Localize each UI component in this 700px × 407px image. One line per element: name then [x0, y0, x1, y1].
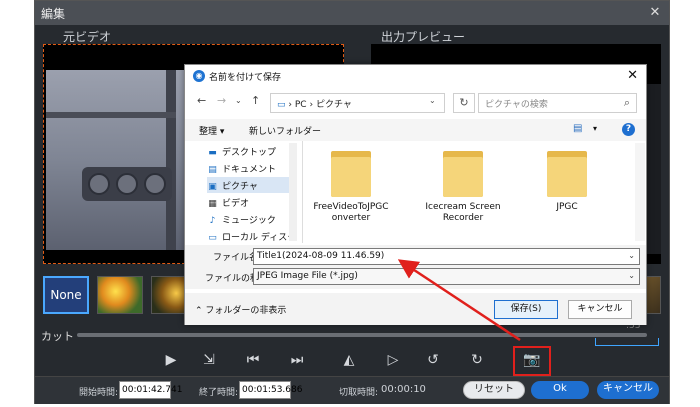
start-time-label: 開始時間: — [79, 388, 119, 398]
save-form: ファイル名(N): Title1(2024-08-09 11.46.59) ⌄ … — [185, 245, 646, 289]
save-button[interactable]: 保存(S) — [494, 300, 558, 319]
dialog-navigation: ← → ⌄ ↑ ▭ › PC › ピクチャ ⌄ ↻ ピクチャの検索 ⌕ — [185, 87, 646, 115]
rotate-right-icon[interactable]: ↻ — [465, 348, 489, 372]
view-dropdown-icon[interactable]: ▾ — [593, 124, 597, 133]
dialog-titlebar: ◉ 名前を付けて保存 ✕ — [185, 65, 646, 87]
end-time-label: 終了時間: — [199, 388, 239, 398]
history-dropdown-icon[interactable]: ⌄ — [235, 96, 242, 105]
dialog-cancel-button[interactable]: キャンセル — [568, 300, 632, 319]
folder-icon — [547, 147, 587, 197]
edit-toolbar: ▶ ⇲ ⏮ ⏭ ◭ ▷ ↺ ↻ 📷 — [35, 344, 669, 376]
save-dialog-icon: ◉ — [193, 70, 205, 82]
dialog-footer: ⌃ フォルダーの非表示 保存(S) キャンセル — [185, 293, 646, 325]
thumb-none[interactable]: None — [43, 276, 89, 314]
search-input[interactable]: ピクチャの検索 ⌕ — [478, 93, 637, 113]
traffic-light-image — [82, 167, 172, 201]
tree-scrollbar[interactable] — [289, 143, 297, 241]
tree-item-videos[interactable]: ▦ ビデオ — [207, 194, 297, 210]
filename-dropdown-icon[interactable]: ⌄ — [628, 251, 635, 260]
window-titlebar: 編集 ✕ — [35, 1, 669, 25]
tree-item-local-disk[interactable]: ▭ローカル ディスク (C — [207, 228, 297, 244]
up-icon[interactable]: ↑ — [251, 94, 260, 107]
filetype-select[interactable]: JPEG Image File (*.jpg) ⌄ — [253, 268, 640, 285]
duration-label: 切取時間: — [339, 388, 379, 398]
forward-icon[interactable]: → — [217, 94, 226, 107]
next-frame-icon[interactable]: ⏭ — [285, 348, 309, 372]
tree-item-desktop[interactable]: ▬ デスクトップ — [207, 143, 297, 159]
video-icon: ▦ — [208, 199, 217, 209]
file-list-scrollbar[interactable] — [635, 143, 645, 241]
flip-horizontal-icon[interactable]: ◭ — [337, 348, 361, 372]
dialog-title: 名前を付けて保存 — [209, 73, 282, 83]
footer-bar: 開始時間: 00:01:42.741 終了時間: 00:01:53.686 切取… — [35, 376, 669, 404]
snapshot-highlight — [513, 346, 551, 376]
folder-name: FreeVideoToJPGC onverter — [313, 202, 389, 223]
address-bar[interactable]: ▭ › PC › ピクチャ — [270, 93, 445, 113]
window-title: 編集 — [41, 7, 66, 21]
organize-menu[interactable]: 整理 ▾ — [199, 124, 224, 137]
folder-item[interactable]: Icecream Screen Recorder — [415, 147, 511, 239]
filetype-dropdown-icon[interactable]: ⌄ — [628, 271, 635, 280]
folder-name: Icecream Screen Recorder — [425, 202, 501, 223]
back-icon[interactable]: ← — [197, 94, 206, 107]
play-icon[interactable]: ▶ — [159, 348, 183, 372]
output-preview-title: 出力プレビュー — [381, 30, 466, 44]
hide-folders-toggle[interactable]: ⌃ フォルダーの非表示 — [195, 303, 286, 316]
address-pc[interactable]: PC — [295, 100, 307, 110]
help-icon[interactable]: ? — [622, 123, 635, 136]
document-icon: ▤ — [208, 165, 217, 175]
rotate-left-icon[interactable]: ↺ — [421, 348, 445, 372]
dialog-close-icon[interactable]: ✕ — [627, 68, 638, 83]
address-pictures[interactable]: ピクチャ — [316, 100, 352, 110]
cut-label: カット — [41, 330, 74, 343]
chevron-up-icon: ⌃ — [195, 306, 206, 316]
desktop-icon: ▬ — [208, 148, 217, 158]
start-time-field[interactable]: 00:01:42.741 — [119, 381, 182, 399]
music-icon: ♪ — [209, 216, 216, 226]
mark-start-icon[interactable]: ⇲ — [197, 348, 221, 372]
filename-field[interactable]: Title1(2024-08-09 11.46.59) ⌄ — [253, 248, 640, 265]
cancel-button[interactable]: キャンセル — [597, 381, 659, 399]
tree-item-music[interactable]: ♪ ミュージック — [207, 211, 297, 227]
folder-icon — [331, 147, 371, 197]
cut-row: カット — [35, 326, 669, 346]
view-icon[interactable]: ▤ — [573, 123, 582, 134]
refresh-icon[interactable]: ↻ — [453, 93, 475, 113]
folder-icon — [443, 147, 483, 197]
ok-button[interactable]: Ok — [531, 381, 589, 399]
pc-icon: ▭ — [277, 100, 289, 110]
search-placeholder: ピクチャの検索 — [485, 100, 548, 110]
duration-value: 00:00:10 — [381, 384, 426, 395]
folder-item[interactable]: FreeVideoToJPGC onverter — [303, 147, 399, 239]
drive-icon: ▭ — [208, 233, 217, 243]
source-video-title: 元ビデオ — [63, 30, 112, 44]
save-as-dialog: ◉ 名前を付けて保存 ✕ ← → ⌄ ↑ ▭ › PC › ピクチャ ⌄ ↻ ピ… — [184, 64, 647, 325]
close-icon[interactable]: ✕ — [647, 5, 663, 21]
reset-button[interactable]: リセット — [463, 381, 525, 399]
cut-slider-track[interactable] — [77, 333, 647, 337]
thumb-filter-1[interactable] — [97, 276, 143, 314]
address-dropdown-icon[interactable]: ⌄ — [429, 96, 436, 105]
folder-name: JPGC — [556, 202, 578, 212]
prev-frame-icon[interactable]: ⏮ — [241, 348, 265, 372]
search-icon: ⌕ — [623, 96, 630, 109]
pictures-icon: ▣ — [208, 182, 217, 192]
tree-item-documents[interactable]: ▤ ドキュメント — [207, 160, 297, 176]
new-folder-button[interactable]: 新しいフォルダー — [249, 124, 321, 137]
flip-vertical-icon[interactable]: ▷ — [381, 348, 405, 372]
tree-item-pictures[interactable]: ▣ ピクチャ — [207, 177, 297, 193]
dialog-command-bar: 整理 ▾ 新しいフォルダー ▤ ▾ ? — [185, 119, 646, 141]
folder-tree: ▬ デスクトップ ▤ ドキュメント ▣ ピクチャ ▦ ビデオ ♪ ミュージック ▭ ローカル… — [185, 141, 303, 243]
end-time-field[interactable]: 00:01:53.686 — [239, 381, 302, 399]
file-list: FreeVideoToJPGC onverter Icecream Screen… — [303, 141, 648, 243]
folder-item[interactable]: JPGC — [519, 147, 615, 239]
